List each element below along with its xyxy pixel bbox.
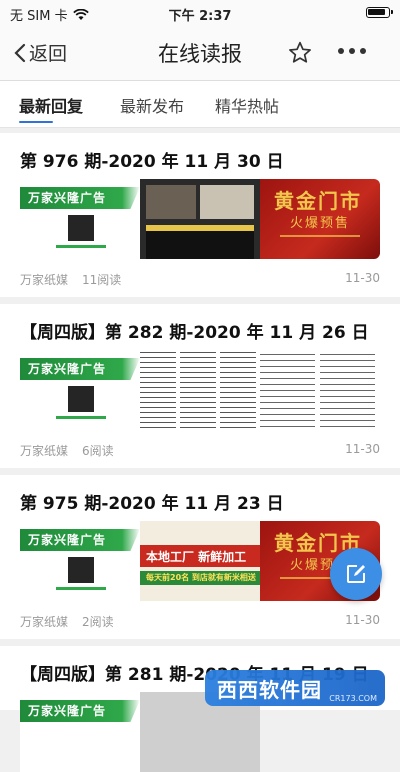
watermark-url: CR173.COM (329, 694, 377, 703)
compose-button[interactable] (330, 548, 382, 600)
watermark-text: 西西软件园 (217, 677, 322, 702)
ad-text: 万家兴隆广告 (28, 704, 107, 718)
item-source: 万家纸媒 (20, 273, 69, 287)
item-title: 第 975 期-2020 年 11 月 23 日 (20, 494, 284, 514)
edit-icon (347, 565, 365, 583)
gold-title: 黄金门市 (274, 189, 362, 213)
tab-featured[interactable]: 精华热帖 (215, 93, 279, 117)
newspaper-thumbnail (140, 179, 260, 259)
tab-bar: 最新回复 最新发布 精华热帖 (0, 81, 400, 128)
site-watermark: 西西软件园 CR173.COM (205, 670, 385, 706)
thumbnail-strip: 万家兴隆广告 黄金门市 火爆预售 (20, 179, 380, 259)
item-date: 11-30 (345, 442, 380, 456)
qr-code-icon (68, 557, 94, 583)
promo-thumbnail: 本地工厂 新鲜加工 每天前20名 到店就有新米相送 (140, 521, 260, 601)
gold-subtitle: 火爆预售 (290, 216, 351, 231)
thumbnail-strip: 万家兴隆广告 (20, 350, 380, 430)
ad-text: 万家兴隆广告 (28, 362, 107, 376)
qr-code-icon (68, 215, 94, 241)
ad-thumbnail: 万家兴隆广告 (20, 521, 140, 601)
ad-text: 万家兴隆广告 (28, 191, 107, 205)
nav-bar: 返回 在线读报 (0, 26, 400, 81)
newspaper-thumbnail (140, 350, 260, 430)
list-item[interactable]: 第 976 期-2020 年 11 月 30 日 万家兴隆广告 黄金门市 火爆预… (0, 133, 400, 297)
ad-thumbnail: 万家兴隆广告 (20, 350, 140, 430)
more-options-icon[interactable] (338, 48, 366, 54)
ad-text: 万家兴隆广告 (28, 533, 107, 547)
star-icon[interactable] (287, 40, 313, 66)
item-reads: 11阅读 (82, 273, 122, 287)
item-source: 万家纸媒 (20, 615, 69, 629)
item-title: 第 976 期-2020 年 11 月 30 日 (20, 152, 284, 172)
battery-icon (366, 7, 393, 18)
item-date: 11-30 (345, 271, 380, 285)
tab-latest-replies[interactable]: 最新回复 (19, 93, 83, 123)
qr-code-icon (68, 386, 94, 412)
clock: 下午 2:37 (168, 9, 232, 24)
list-item[interactable]: 【周四版】第 282 期-2020 年 11 月 26 日 万家兴隆广告 万家纸… (0, 304, 400, 468)
newspaper-thumbnail (260, 350, 380, 430)
status-bar: 无 SIM 卡 下午 2:37 (0, 0, 400, 26)
promo-title: 本地工厂 新鲜加工 (146, 550, 247, 564)
item-reads: 6阅读 (82, 444, 114, 458)
item-source: 万家纸媒 (20, 444, 69, 458)
thumbnail-strip: 万家兴隆广告 本地工厂 新鲜加工 每天前20名 到店就有新米相送 黄金门市 火爆… (20, 521, 380, 601)
ad-thumbnail: 万家兴隆广告 (20, 692, 140, 772)
gold-shop-thumbnail: 黄金门市 火爆预售 (260, 179, 380, 259)
item-title: 【周四版】第 282 期-2020 年 11 月 26 日 (20, 323, 369, 343)
tab-latest-posts[interactable]: 最新发布 (120, 93, 184, 117)
promo-subtitle: 每天前20名 到店就有新米相送 (146, 573, 256, 582)
item-reads: 2阅读 (82, 615, 114, 629)
item-date: 11-30 (345, 613, 380, 627)
ad-thumbnail: 万家兴隆广告 (20, 179, 140, 259)
